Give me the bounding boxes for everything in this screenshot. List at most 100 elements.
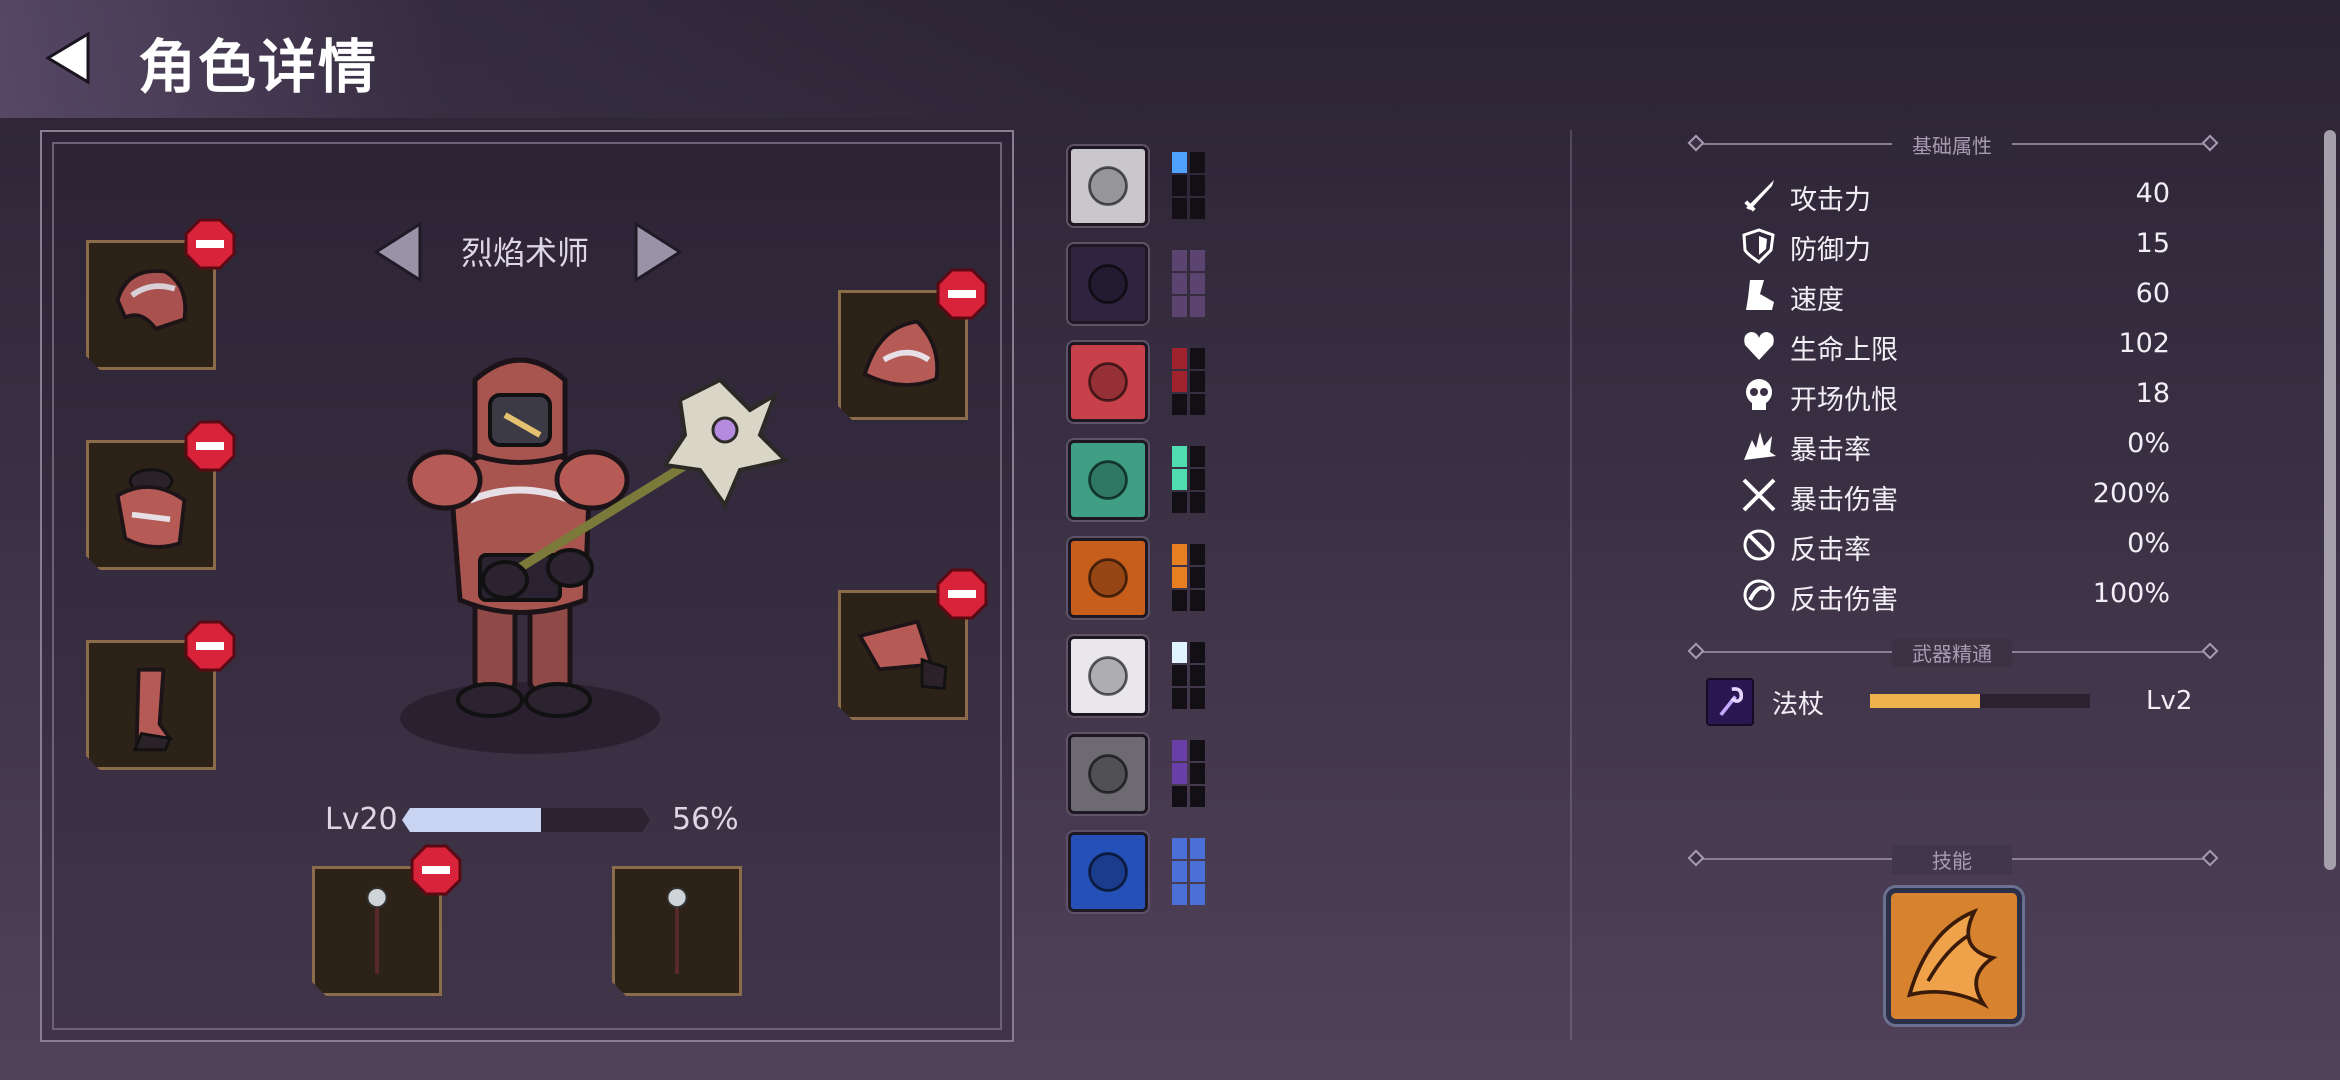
stat-row: 攻击力 40 bbox=[1740, 172, 2170, 216]
remove-helmet-button[interactable] bbox=[184, 218, 236, 270]
character-portrait bbox=[380, 340, 810, 760]
stat-value: 60 bbox=[2135, 278, 2170, 309]
gem-level-pips bbox=[1172, 348, 1208, 418]
header-bar: 角色详情 bbox=[0, 0, 1100, 118]
diamond-ornament bbox=[1687, 134, 1705, 152]
stat-row: 开场仇恨 18 bbox=[1740, 372, 2170, 416]
remove-icon bbox=[184, 218, 236, 270]
stat-name: 开场仇恨 bbox=[1790, 385, 1898, 416]
gem-level-pips bbox=[1172, 544, 1208, 614]
gem-pip bbox=[1190, 740, 1205, 761]
stat-row: 生命上限 102 bbox=[1740, 322, 2170, 366]
gem-pip bbox=[1190, 763, 1205, 784]
staff-icon bbox=[615, 869, 739, 993]
coins-gem-icon[interactable] bbox=[1068, 734, 1148, 814]
gold-gauntlet-gem-icon[interactable] bbox=[1068, 832, 1148, 912]
gem-pip bbox=[1172, 665, 1187, 686]
gem-pip bbox=[1190, 446, 1205, 467]
remove-icon bbox=[184, 620, 236, 672]
section-title-basic: 基础属性 bbox=[1892, 130, 2012, 159]
gem-pip bbox=[1190, 590, 1205, 611]
gem-pip bbox=[1190, 250, 1205, 271]
prev-class-button[interactable] bbox=[370, 220, 426, 284]
remove-icon bbox=[410, 844, 462, 896]
fire-skill-icon[interactable] bbox=[1886, 888, 2022, 1024]
stat-row: 防御力 15 bbox=[1740, 222, 2170, 266]
remove-armor-button[interactable] bbox=[184, 420, 236, 472]
sword-gem-icon[interactable] bbox=[1068, 342, 1148, 422]
stat-name: 生命上限 bbox=[1790, 335, 1898, 366]
diamond-ornament bbox=[2201, 849, 2219, 867]
gem-pip bbox=[1190, 492, 1205, 513]
gem-pip bbox=[1190, 296, 1205, 317]
mastery-progress-bar bbox=[1870, 694, 2090, 708]
gem-level-pips bbox=[1172, 446, 1208, 516]
gem-pip bbox=[1172, 198, 1187, 219]
gem-pip bbox=[1172, 763, 1187, 784]
stat-row: 反击伤害 100% bbox=[1740, 572, 2170, 616]
remove-weapon-button[interactable] bbox=[410, 844, 462, 896]
diamond-ornament bbox=[1687, 642, 1705, 660]
gem-pip bbox=[1190, 665, 1205, 686]
gem-pip bbox=[1190, 175, 1205, 196]
gem-pip bbox=[1190, 642, 1205, 663]
counter-damage-icon bbox=[1743, 579, 1775, 611]
back-button[interactable] bbox=[40, 28, 100, 88]
stat-value: 15 bbox=[2135, 228, 2170, 259]
next-class-button[interactable] bbox=[630, 220, 686, 284]
heart-icon bbox=[1744, 332, 1774, 360]
gem-level-pips bbox=[1172, 642, 1208, 712]
mastery-progress-fill bbox=[1870, 694, 1980, 708]
stat-name: 反击伤害 bbox=[1790, 585, 1898, 616]
angel-wings-gem-icon[interactable] bbox=[1068, 636, 1148, 716]
gem-pip bbox=[1172, 446, 1187, 467]
gem-pip bbox=[1172, 296, 1187, 317]
diamond-ornament bbox=[2201, 134, 2219, 152]
zombie-hand-gem-icon[interactable] bbox=[1068, 538, 1148, 618]
remove-boots-button[interactable] bbox=[184, 620, 236, 672]
gem-pip bbox=[1172, 175, 1187, 196]
stat-name: 攻击力 bbox=[1790, 185, 1871, 216]
gem-pip bbox=[1172, 544, 1187, 565]
goblin-face-gem-icon[interactable] bbox=[1068, 440, 1148, 520]
boot-icon bbox=[1746, 280, 1774, 310]
stat-row: 暴击率 0% bbox=[1740, 422, 2170, 466]
xp-progress-fill bbox=[402, 808, 541, 832]
gem-pip bbox=[1190, 371, 1205, 392]
gem-pip bbox=[1172, 642, 1187, 663]
stat-value: 0% bbox=[2127, 428, 2170, 459]
gem-pip bbox=[1172, 861, 1187, 882]
gem-pip bbox=[1172, 152, 1187, 173]
stat-value: 0% bbox=[2127, 528, 2170, 559]
stat-row: 暴击伤害 200% bbox=[1740, 472, 2170, 516]
gem-pip bbox=[1190, 544, 1205, 565]
stat-name: 防御力 bbox=[1790, 235, 1871, 266]
staff-mastery-icon bbox=[1706, 678, 1754, 726]
shadow-figure-gem-icon[interactable] bbox=[1068, 244, 1148, 324]
skull-crossbones-gem-icon[interactable] bbox=[1068, 146, 1148, 226]
section-title-mastery: 武器精通 bbox=[1892, 638, 2012, 667]
equip-slot-weapon-off[interactable] bbox=[612, 866, 742, 996]
triangle-left-icon bbox=[373, 221, 422, 283]
stat-row: 反击率 0% bbox=[1740, 522, 2170, 566]
remove-icon bbox=[184, 420, 236, 472]
back-arrow-icon bbox=[45, 31, 90, 85]
mastery-weapon-name: 法杖 bbox=[1772, 690, 1825, 720]
gem-pip bbox=[1172, 740, 1187, 761]
gem-pip bbox=[1190, 273, 1205, 294]
remove-gloves-button[interactable] bbox=[936, 568, 988, 620]
scrollbar[interactable] bbox=[2324, 130, 2336, 870]
gem-pip bbox=[1172, 371, 1187, 392]
gem-pip bbox=[1172, 786, 1187, 807]
remove-shoulder-button[interactable] bbox=[936, 268, 988, 320]
gem-level-pips bbox=[1172, 838, 1208, 908]
shield-icon bbox=[1742, 228, 1775, 264]
crossed-swords-icon bbox=[1742, 478, 1776, 512]
sword-icon bbox=[1744, 180, 1774, 212]
gem-pip bbox=[1172, 348, 1187, 369]
stat-row: 速度 60 bbox=[1740, 272, 2170, 316]
gem-pip bbox=[1172, 469, 1187, 490]
stat-value: 100% bbox=[2092, 578, 2170, 609]
triangle-right-icon bbox=[634, 221, 683, 283]
counter-icon bbox=[1743, 529, 1775, 561]
